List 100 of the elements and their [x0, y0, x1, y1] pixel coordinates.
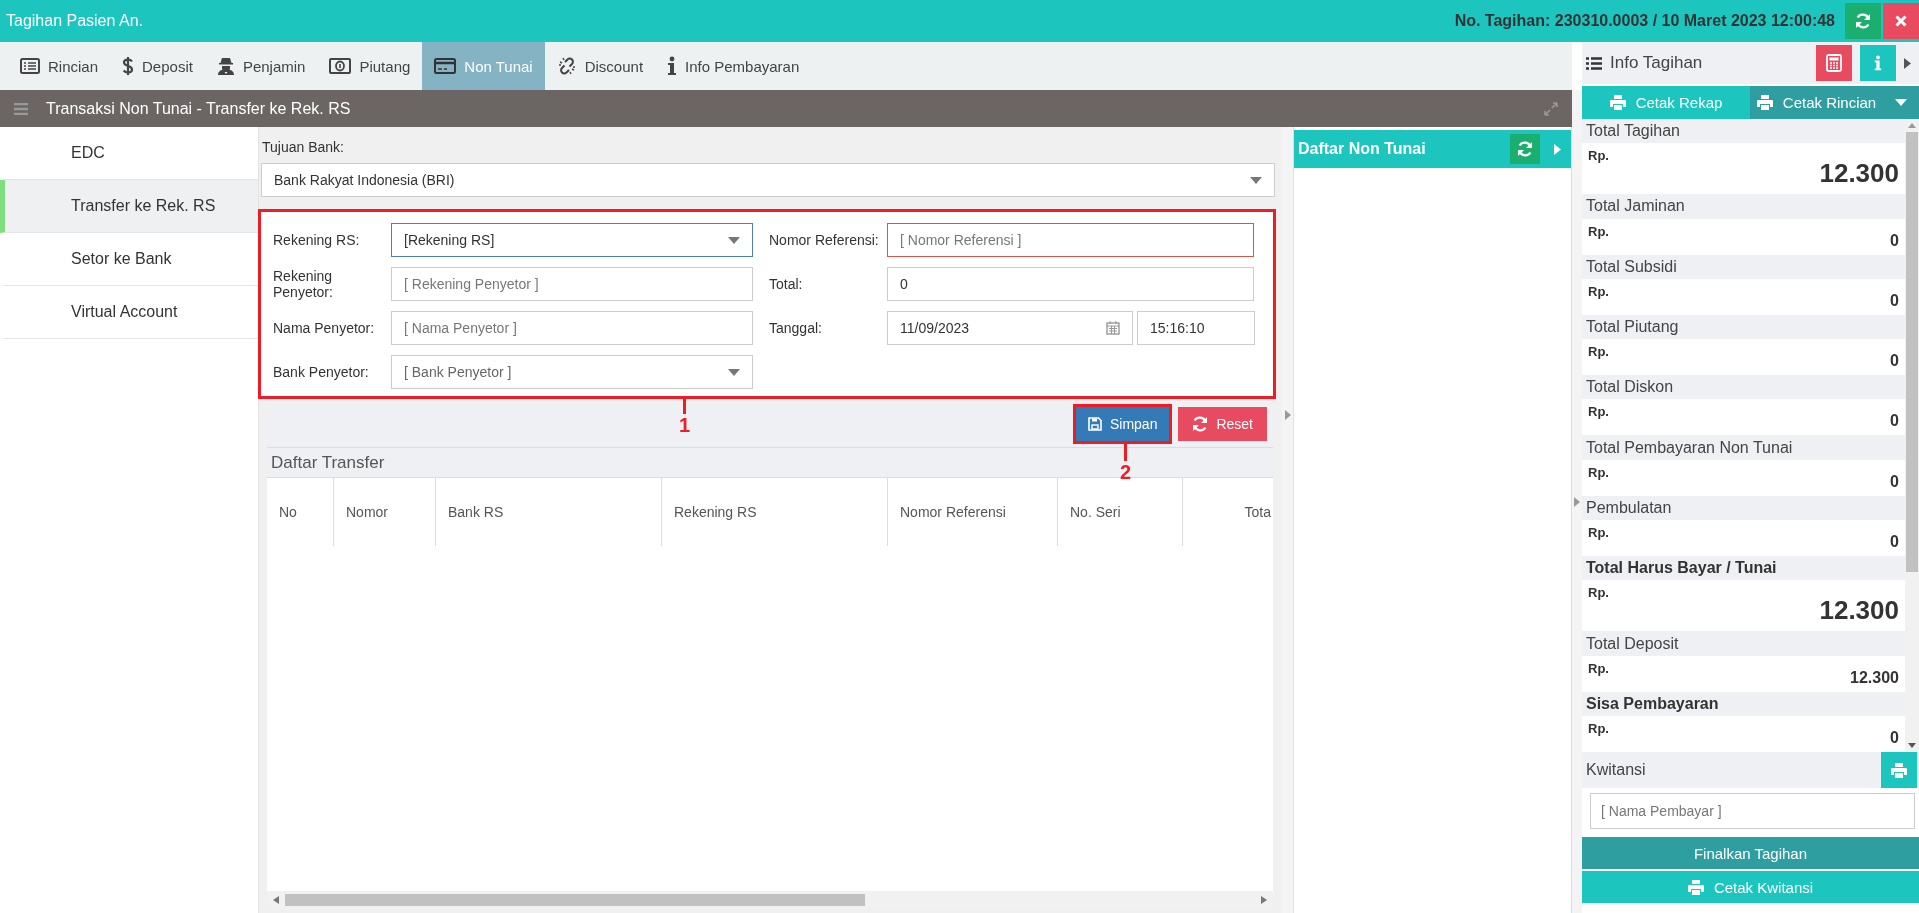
- tab[interactable]: Deposit: [110, 42, 205, 90]
- refresh-button[interactable]: [1510, 134, 1540, 164]
- window-title: Tagihan Pasien An.: [6, 12, 144, 30]
- tab[interactable]: Info Pembayaran: [655, 42, 812, 90]
- time-field[interactable]: 15:16:10: [1137, 311, 1255, 345]
- field-label: Nomor Referensi:: [769, 232, 880, 248]
- total-label: Total Jaminan: [1585, 196, 1686, 217]
- amount: 0: [1890, 471, 1899, 491]
- currency-label: Rp.: [1588, 344, 1609, 360]
- save-button[interactable]: Simpan: [1075, 407, 1170, 441]
- close-icon: [1895, 15, 1907, 27]
- amount: 12.300: [1850, 667, 1899, 687]
- scroll-right-icon: [1261, 896, 1267, 904]
- tab[interactable]: Piutang: [317, 42, 423, 90]
- calendar-icon: [1106, 321, 1120, 335]
- currency-label: Rp.: [1588, 585, 1609, 601]
- expand-arrow-icon: [1574, 496, 1580, 507]
- printer-icon: [1609, 95, 1626, 110]
- dropdown-button[interactable]: [1883, 86, 1919, 119]
- input-field[interactable]: 0: [887, 267, 1254, 301]
- total-label: Total Subsidi: [1585, 256, 1678, 277]
- amount: 0: [1890, 290, 1899, 310]
- amount: 0: [1890, 727, 1899, 747]
- total-label: Total Deposit: [1585, 633, 1680, 654]
- field-label: Tanggal:: [769, 320, 823, 336]
- dollar-icon: [122, 56, 135, 76]
- field-label: Bank Penyetor:: [273, 364, 370, 380]
- total-label: Total Harus Bayar / Tunai: [1585, 558, 1778, 579]
- refresh-icon: [1192, 416, 1209, 432]
- section-label: Kwitansi: [1586, 761, 1646, 779]
- total-label: Total Pembayaran Non Tunai: [1585, 437, 1794, 458]
- caret-icon: [1895, 99, 1907, 106]
- select-field[interactable]: [Rekening RS]: [391, 223, 753, 257]
- callout-number: 1: [679, 414, 691, 436]
- spy-icon: [216, 57, 235, 75]
- total-label: Total Piutang: [1585, 317, 1680, 338]
- amount: 0: [1890, 230, 1899, 250]
- dropdown-caret-icon: [1250, 176, 1262, 184]
- vertical-scrollbar[interactable]: [1905, 119, 1919, 752]
- broken-link-icon: [556, 56, 577, 76]
- scroll-down-icon: [1908, 743, 1916, 748]
- close-button[interactable]: [1883, 3, 1919, 39]
- list-icon: [1586, 56, 1602, 70]
- currency-label: Rp.: [1588, 525, 1609, 541]
- expand-icon: [1544, 101, 1558, 116]
- reset-button[interactable]: Reset: [1178, 407, 1267, 441]
- printer-icon: [1756, 95, 1773, 110]
- input-field[interactable]: [ Nama Penyetor ]: [391, 311, 753, 345]
- select-field[interactable]: [ Bank Penyetor ]: [391, 355, 753, 389]
- date-field[interactable]: 11/09/2023: [887, 311, 1133, 345]
- credit-card-icon: [434, 58, 457, 74]
- total-label: Sisa Pembayaran: [1585, 693, 1720, 714]
- amount: 12.300: [1819, 157, 1899, 190]
- amount: 0: [1890, 411, 1899, 431]
- refresh-icon: [1517, 141, 1533, 157]
- field-label: Total:: [769, 276, 804, 292]
- currency-label: Rp.: [1588, 223, 1609, 239]
- field-label: Rekening Penyetor:: [273, 268, 334, 300]
- column-header: Tota: [1243, 503, 1272, 522]
- payer-name-field[interactable]: [ Nama Pembayar ]: [1590, 793, 1915, 829]
- field-label: Rekening RS:: [273, 232, 361, 248]
- panel-title: Info Tagihan: [1610, 53, 1704, 73]
- calculator-icon: [1826, 54, 1842, 72]
- info-button[interactable]: [1860, 45, 1896, 81]
- tab[interactable]: Penjamin: [204, 42, 318, 90]
- currency-label: Rp.: [1588, 148, 1609, 164]
- collapse-arrow-icon: [1554, 143, 1561, 155]
- currency-label: Rp.: [1588, 283, 1609, 299]
- bank-select[interactable]: Bank Rakyat Indonesia (BRI): [261, 163, 1275, 197]
- collapse-arrow-icon: [1904, 57, 1911, 69]
- info-icon: [667, 56, 678, 76]
- print-button[interactable]: [1881, 752, 1917, 788]
- panel-title: Transaksi Non Tunai - Transfer ke Rek. RS: [46, 99, 352, 118]
- refresh-button[interactable]: [1845, 3, 1881, 39]
- field-label: Nama Penyetor:: [273, 320, 376, 336]
- dropdown-caret-icon: [728, 236, 740, 244]
- currency-label: Rp.: [1588, 720, 1609, 736]
- input-field[interactable]: [ Rekening Penyetor ]: [391, 267, 753, 301]
- amount: 0: [1890, 532, 1899, 552]
- scroll-left-icon: [273, 896, 279, 904]
- tab[interactable]: Discount: [544, 42, 656, 90]
- sidebar-item[interactable]: Transfer ke Rek. RS: [0, 180, 258, 233]
- dropdown-caret-icon: [728, 368, 740, 376]
- printer-icon: [1687, 879, 1704, 895]
- expand-arrow-icon: [1284, 410, 1291, 420]
- currency-label: Rp.: [1588, 464, 1609, 480]
- total-label: Pembulatan: [1585, 497, 1673, 518]
- panel-title: Daftar Non Tunai: [1298, 140, 1427, 158]
- bill-info: No. Tagihan: 230310.0003 / 10 Maret 2023 12:00:48: [1454, 12, 1835, 30]
- splitter[interactable]: [1282, 127, 1294, 913]
- refresh-icon: [1855, 13, 1871, 29]
- total-label: Total Diskon: [1585, 377, 1675, 398]
- list-icon: [20, 58, 40, 74]
- tab[interactable]: Rincian: [8, 42, 111, 90]
- calculator-button[interactable]: [1816, 45, 1852, 81]
- currency-label: Rp.: [1588, 404, 1609, 420]
- amount: 12.300: [1819, 594, 1899, 627]
- banknote-icon: [329, 58, 352, 74]
- input-field[interactable]: [ Nomor Referensi ]: [887, 223, 1254, 257]
- info-icon: [1874, 55, 1882, 71]
